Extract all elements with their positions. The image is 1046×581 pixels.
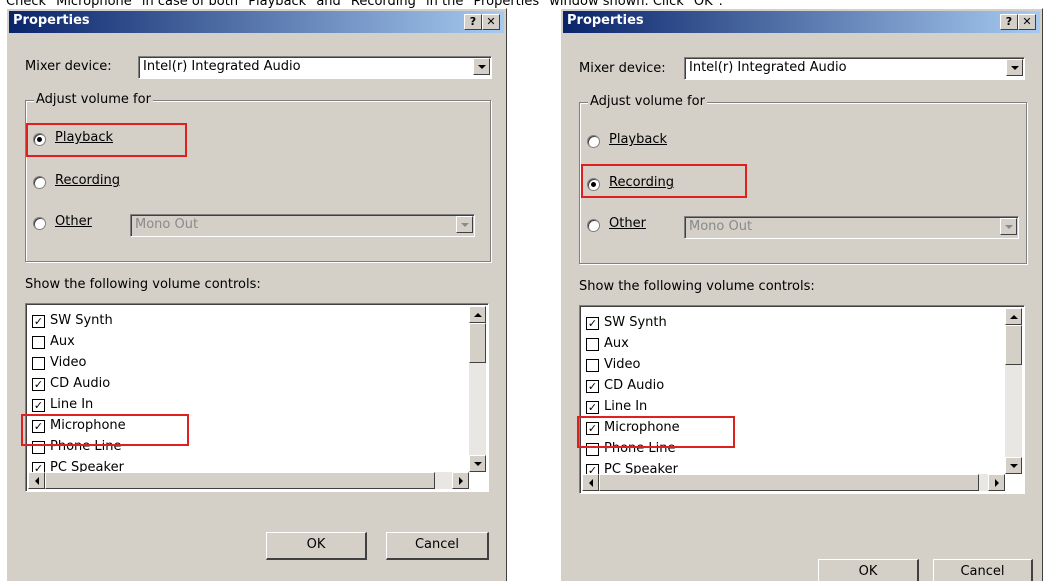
- scroll-left-icon[interactable]: [582, 474, 599, 491]
- group-title: Adjust volume for: [34, 92, 153, 107]
- checkbox[interactable]: ✓: [586, 401, 599, 414]
- other-device-value: Mono Out: [135, 217, 199, 232]
- radio-playback-label[interactable]: Playback: [609, 132, 667, 147]
- other-device-value: Mono Out: [689, 219, 753, 234]
- checkbox[interactable]: ✓: [586, 317, 599, 330]
- other-device-select: Mono Out: [684, 216, 1019, 239]
- highlight-box: [581, 164, 747, 198]
- mixer-device-label: Mixer device:: [579, 61, 666, 76]
- list-item-label: Aux: [604, 336, 629, 351]
- close-button[interactable]: ✕: [482, 14, 500, 30]
- scroll-thumb[interactable]: [469, 323, 486, 363]
- list-item-label: Line In: [604, 399, 648, 414]
- horizontal-scrollbar[interactable]: [28, 472, 469, 489]
- radio-other-label[interactable]: Other: [55, 214, 92, 229]
- list-item-label: CD Audio: [50, 376, 111, 391]
- scroll-thumb[interactable]: [1005, 325, 1022, 365]
- checkbox[interactable]: [586, 338, 599, 351]
- dropdown-arrow-icon[interactable]: [473, 58, 490, 75]
- vertical-scrollbar[interactable]: [1005, 308, 1022, 474]
- title-bar[interactable]: Properties ? ✕: [9, 11, 504, 33]
- controls-label: Show the following volume controls:: [25, 277, 261, 292]
- mixer-device-value: Intel(r) Integrated Audio: [689, 60, 847, 75]
- help-icon: ?: [469, 15, 477, 28]
- highlight-box: [26, 123, 187, 157]
- properties-dialog-recording: Properties ? ✕ Mixer device: Intel(r) In…: [560, 8, 1043, 581]
- help-button[interactable]: ?: [464, 14, 482, 30]
- group-title: Adjust volume for: [588, 94, 707, 109]
- checkbox[interactable]: [32, 357, 45, 370]
- window-title: Properties: [567, 13, 644, 28]
- highlight-box: [21, 414, 189, 446]
- checkbox[interactable]: [32, 336, 45, 349]
- radio-other-label[interactable]: Other: [609, 216, 646, 231]
- list-item-label: SW Synth: [50, 313, 113, 328]
- other-device-select: Mono Out: [130, 214, 475, 237]
- close-icon: ✕: [486, 15, 496, 28]
- dropdown-arrow-icon: [456, 216, 473, 233]
- help-icon: ?: [1005, 15, 1013, 28]
- scroll-down-icon[interactable]: [1005, 457, 1022, 474]
- window-title: Properties: [13, 13, 90, 28]
- highlight-box: [577, 416, 735, 448]
- mixer-device-select[interactable]: Intel(r) Integrated Audio: [138, 56, 492, 79]
- ok-button[interactable]: OK: [818, 559, 919, 581]
- radio-recording[interactable]: [33, 176, 46, 189]
- volume-controls-list[interactable]: ✓ SW Synth Aux Video ✓ CD Audio ✓ Line In ✓…: [579, 305, 1025, 494]
- cancel-button[interactable]: Cancel: [386, 532, 489, 560]
- checkbox[interactable]: ✓: [32, 399, 45, 412]
- help-button[interactable]: ?: [1000, 14, 1018, 30]
- list-item-label: SW Synth: [604, 315, 667, 330]
- close-button[interactable]: ✕: [1018, 14, 1036, 30]
- radio-recording-label[interactable]: Recording: [55, 173, 120, 188]
- list-item-label: Line In: [50, 397, 94, 412]
- list-item-label: Video: [604, 357, 641, 372]
- scroll-up-icon[interactable]: [469, 306, 486, 323]
- volume-controls-list[interactable]: ✓ SW Synth Aux Video ✓ CD Audio ✓ Line In ✓…: [25, 303, 489, 492]
- radio-other[interactable]: [33, 217, 46, 230]
- cancel-button[interactable]: Cancel: [933, 559, 1033, 581]
- scroll-left-icon[interactable]: [28, 472, 45, 489]
- vertical-scrollbar[interactable]: [469, 306, 486, 472]
- ok-button[interactable]: OK: [266, 532, 367, 560]
- mixer-device-select[interactable]: Intel(r) Integrated Audio: [684, 57, 1025, 80]
- controls-label: Show the following volume controls:: [579, 279, 815, 294]
- list-item-label: Video: [50, 355, 87, 370]
- mixer-device-label: Mixer device:: [25, 59, 112, 74]
- scroll-right-icon[interactable]: [452, 472, 469, 489]
- checkbox[interactable]: ✓: [32, 378, 45, 391]
- scroll-up-icon[interactable]: [1005, 308, 1022, 325]
- scroll-thumb[interactable]: [599, 474, 979, 491]
- properties-dialog-playback: Properties ? ✕ Mixer device: Intel(r) In…: [6, 8, 507, 581]
- close-icon: ✕: [1022, 15, 1032, 28]
- dropdown-arrow-icon: [1000, 218, 1017, 235]
- dropdown-arrow-icon[interactable]: [1006, 59, 1023, 76]
- list-item-label: CD Audio: [604, 378, 665, 393]
- mixer-device-value: Intel(r) Integrated Audio: [143, 59, 301, 74]
- scroll-right-icon[interactable]: [988, 474, 1005, 491]
- list-item-label: Aux: [50, 334, 75, 349]
- checkbox[interactable]: [586, 359, 599, 372]
- title-bar[interactable]: Properties ? ✕: [563, 11, 1040, 33]
- scroll-thumb[interactable]: [45, 472, 435, 489]
- checkbox[interactable]: ✓: [32, 315, 45, 328]
- radio-playback[interactable]: [587, 135, 600, 148]
- checkbox[interactable]: ✓: [586, 380, 599, 393]
- scroll-down-icon[interactable]: [469, 455, 486, 472]
- horizontal-scrollbar[interactable]: [582, 474, 1005, 491]
- radio-other[interactable]: [587, 219, 600, 232]
